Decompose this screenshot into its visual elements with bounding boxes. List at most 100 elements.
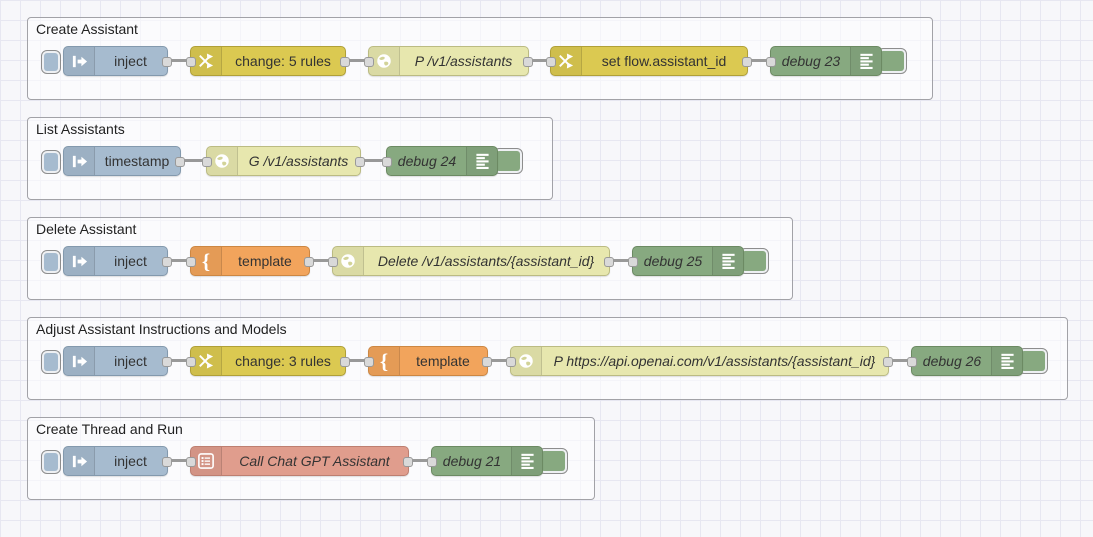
group-label: Adjust Assistant Instructions and Models (36, 321, 287, 337)
output-port[interactable] (482, 357, 492, 367)
output-port[interactable] (175, 157, 185, 167)
group-label: Create Assistant (36, 21, 138, 37)
node-label: debug 24 (397, 153, 457, 169)
input-port[interactable] (186, 257, 196, 267)
node-debug[interactable]: debug 21 (427, 446, 543, 476)
output-port[interactable] (355, 157, 365, 167)
node-label: timestamp (104, 153, 170, 169)
inject-button-fill (44, 53, 58, 71)
node-label: set flow.assistant_id (601, 53, 727, 69)
node-debug[interactable]: debug 23 (766, 46, 882, 76)
inject-icon (64, 47, 95, 75)
input-port[interactable] (427, 457, 437, 467)
node-subflow-call-chatgpt[interactable]: Call Chat GPT Assistant (186, 446, 413, 476)
output-port[interactable] (883, 357, 893, 367)
output-port[interactable] (403, 457, 413, 467)
inject-button[interactable] (41, 250, 61, 274)
node-label: Call Chat GPT Assistant (239, 453, 390, 469)
debug-toggle-fill (880, 51, 904, 71)
inject-icon (64, 247, 95, 275)
inject-button-fill (44, 453, 58, 471)
output-port[interactable] (162, 57, 172, 67)
node-label: debug 23 (781, 53, 841, 69)
input-port[interactable] (186, 357, 196, 367)
flow-canvas[interactable]: Create Assistant inject change: 5 rules … (0, 0, 1093, 537)
group-label: Create Thread and Run (36, 421, 183, 437)
node-inject[interactable]: inject (63, 46, 172, 76)
node-label: template (238, 253, 292, 269)
node-http-request[interactable]: P https://api.openai.com/v1/assistants/{… (506, 346, 893, 376)
node-template[interactable]: { template (186, 246, 314, 276)
input-port[interactable] (628, 257, 638, 267)
node-change[interactable]: change: 3 rules (186, 346, 350, 376)
input-port[interactable] (186, 57, 196, 67)
node-inject[interactable]: timestamp (63, 146, 185, 176)
input-port[interactable] (506, 357, 516, 367)
node-inject[interactable]: inject (63, 246, 172, 276)
node-debug[interactable]: debug 24 (382, 146, 498, 176)
node-label: P https://api.openai.com/v1/assistants/{… (553, 353, 876, 369)
node-label: inject (114, 253, 147, 269)
inject-button[interactable] (41, 350, 61, 374)
node-label: inject (114, 53, 147, 69)
input-port[interactable] (364, 57, 374, 67)
node-label: change: 3 rules (235, 353, 331, 369)
group-list-assistants[interactable]: List Assistants timestamp G /v1/assistan… (27, 117, 553, 200)
output-port[interactable] (340, 57, 350, 67)
node-label: template (416, 353, 470, 369)
debug-toggle-fill (742, 251, 766, 271)
group-label: List Assistants (36, 121, 125, 137)
inject-button[interactable] (41, 50, 61, 74)
inject-button-fill (44, 153, 58, 171)
node-label: debug 26 (922, 353, 982, 369)
output-port[interactable] (604, 257, 614, 267)
inject-button[interactable] (41, 450, 61, 474)
node-template[interactable]: { template (364, 346, 492, 376)
output-port[interactable] (162, 257, 172, 267)
node-label: inject (114, 453, 147, 469)
input-port[interactable] (328, 257, 338, 267)
output-port[interactable] (162, 457, 172, 467)
list-lines-icon (466, 147, 497, 175)
node-http-request[interactable]: P /v1/assistants (364, 46, 533, 76)
input-port[interactable] (907, 357, 917, 367)
debug-toggle-fill (496, 151, 520, 171)
group-create-thread-run[interactable]: Create Thread and Run inject Call Chat G… (27, 417, 595, 500)
node-debug[interactable]: debug 26 (907, 346, 1023, 376)
node-label: Delete /v1/assistants/{assistant_id} (377, 253, 595, 269)
output-port[interactable] (340, 357, 350, 367)
node-inject[interactable]: inject (63, 446, 172, 476)
input-port[interactable] (546, 57, 556, 67)
input-port[interactable] (186, 457, 196, 467)
output-port[interactable] (304, 257, 314, 267)
inject-icon (64, 447, 95, 475)
node-label: debug 21 (442, 453, 502, 469)
list-lines-icon (712, 247, 743, 275)
node-label: G /v1/assistants (248, 153, 349, 169)
node-change[interactable]: change: 5 rules (186, 46, 350, 76)
input-port[interactable] (364, 357, 374, 367)
output-port[interactable] (742, 57, 752, 67)
node-debug[interactable]: debug 25 (628, 246, 744, 276)
input-port[interactable] (202, 157, 212, 167)
input-port[interactable] (382, 157, 392, 167)
list-lines-icon (511, 447, 542, 475)
node-inject[interactable]: inject (63, 346, 172, 376)
debug-toggle-fill (541, 451, 565, 471)
inject-button[interactable] (41, 150, 61, 174)
inject-button-fill (44, 253, 58, 271)
output-port[interactable] (523, 57, 533, 67)
inject-button-fill (44, 353, 58, 371)
node-label: debug 25 (643, 253, 703, 269)
list-lines-icon (850, 47, 881, 75)
output-port[interactable] (162, 357, 172, 367)
node-change[interactable]: set flow.assistant_id (546, 46, 752, 76)
input-port[interactable] (766, 57, 776, 67)
group-adjust-assistant[interactable]: Adjust Assistant Instructions and Models… (27, 317, 1068, 400)
group-create-assistant[interactable]: Create Assistant inject change: 5 rules … (27, 17, 933, 100)
node-label: P /v1/assistants (414, 53, 513, 69)
list-lines-icon (991, 347, 1022, 375)
group-delete-assistant[interactable]: Delete Assistant inject { template Delet… (27, 217, 793, 300)
node-http-request[interactable]: G /v1/assistants (202, 146, 365, 176)
node-http-request[interactable]: Delete /v1/assistants/{assistant_id} (328, 246, 614, 276)
